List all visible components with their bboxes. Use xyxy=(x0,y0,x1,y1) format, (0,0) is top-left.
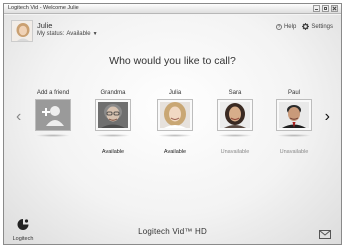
logo-text: Logitech xyxy=(12,236,34,242)
user-name: Julie xyxy=(37,21,53,30)
contact-photo xyxy=(160,102,190,128)
mail-button[interactable] xyxy=(319,226,331,244)
contact-photo xyxy=(220,102,250,128)
top-links: ? Help Settings xyxy=(275,23,333,30)
status-prefix: My status: xyxy=(37,31,65,37)
help-icon: ? xyxy=(275,23,282,30)
contact-grandma[interactable]: Grandma Available xyxy=(89,90,137,155)
contact-paul[interactable]: Paul Unavailable xyxy=(270,90,318,155)
contact-tile[interactable] xyxy=(276,99,312,131)
availability-status: Unavailable xyxy=(220,149,250,155)
contact-photo xyxy=(279,102,309,128)
next-contacts-button[interactable]: › xyxy=(325,109,330,125)
app-window: Logitech Vid - Welcome Julie Julie My st… xyxy=(3,3,342,245)
add-friend-contact[interactable]: Add a friend xyxy=(29,90,77,149)
gear-icon xyxy=(302,23,310,30)
minimize-button[interactable] xyxy=(313,5,320,12)
chevron-down-icon: ▼ xyxy=(92,31,98,37)
tile-shadow xyxy=(158,134,192,137)
contact-name: Paul xyxy=(287,90,300,96)
contact-julia[interactable]: Julia Available xyxy=(151,90,199,155)
title-bar[interactable]: Logitech Vid - Welcome Julie xyxy=(4,4,341,14)
contact-name: Grandma xyxy=(100,90,126,96)
help-link[interactable]: ? Help xyxy=(275,23,297,30)
window-controls xyxy=(313,5,338,12)
contact-tile[interactable] xyxy=(157,99,193,131)
contact-tile[interactable] xyxy=(95,99,131,131)
contact-name: Julia xyxy=(168,90,182,96)
availability-status: Unavailable xyxy=(279,149,309,155)
previous-contacts-button[interactable]: ‹ xyxy=(16,109,21,125)
contact-name: Add a friend xyxy=(36,90,70,96)
tile-shadow xyxy=(36,134,70,137)
contact-tile[interactable] xyxy=(217,99,253,131)
settings-label: Settings xyxy=(311,23,333,30)
contact-name: Sara xyxy=(228,90,242,96)
contact-photo xyxy=(98,102,128,128)
julia-photo-icon xyxy=(160,102,190,128)
tile-shadow xyxy=(96,134,130,137)
settings-link[interactable]: Settings xyxy=(302,23,333,30)
status-value: Available xyxy=(66,31,91,37)
availability-status: Available xyxy=(101,149,125,155)
contact-sara[interactable]: Sara Unavailable xyxy=(211,90,259,155)
add-friend-tile[interactable] xyxy=(35,99,71,131)
user-avatar[interactable] xyxy=(11,20,33,42)
product-name: Logitech Vid™ HD xyxy=(138,227,207,236)
maximize-button[interactable] xyxy=(322,5,329,12)
call-prompt: Who would you like to call? xyxy=(109,55,236,67)
paul-photo-icon xyxy=(279,102,309,128)
help-label: Help xyxy=(283,23,297,30)
availability-status: Available xyxy=(163,149,187,155)
window-title: Logitech Vid - Welcome Julie xyxy=(8,5,79,11)
mail-icon xyxy=(319,230,331,239)
tile-shadow xyxy=(277,134,311,137)
grandma-photo-icon xyxy=(98,102,128,128)
close-button[interactable] xyxy=(331,5,338,12)
tile-shadow xyxy=(218,134,252,137)
add-person-icon xyxy=(42,106,64,126)
main-content: Julie My status: Available ▼ ? Help Sett… xyxy=(4,15,341,244)
user-photo-icon xyxy=(12,21,32,41)
sara-photo-icon xyxy=(220,102,250,128)
status-selector[interactable]: My status: Available ▼ xyxy=(37,31,98,37)
